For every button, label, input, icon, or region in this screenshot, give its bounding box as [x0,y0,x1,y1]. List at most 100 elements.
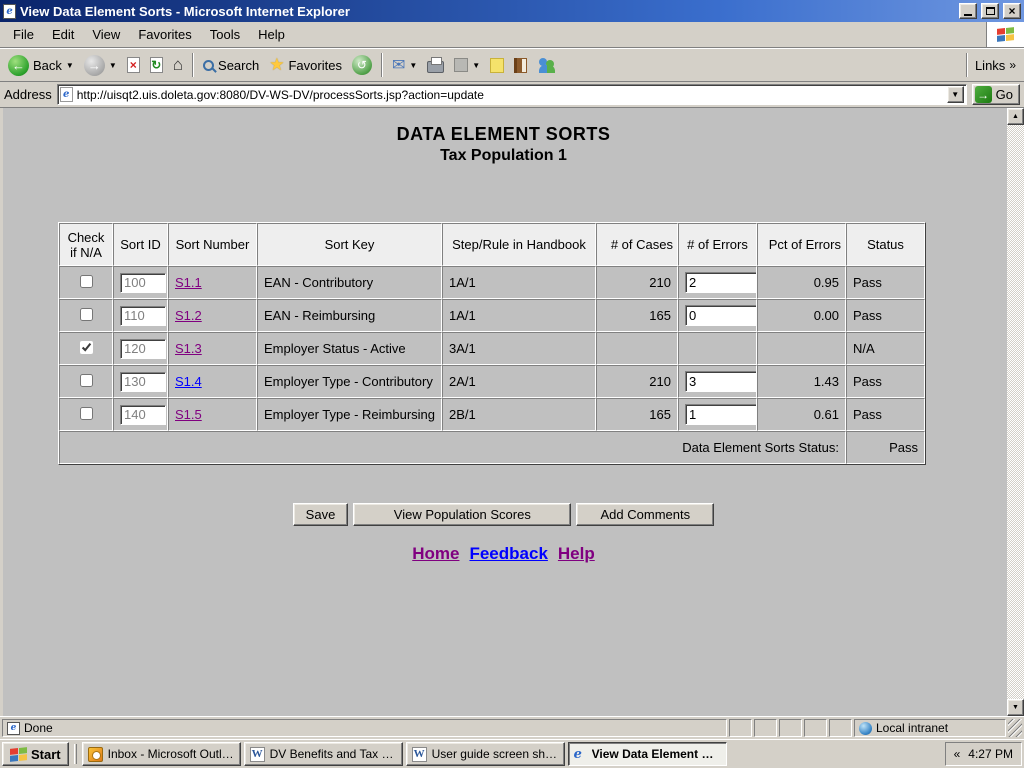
na-checkbox[interactable] [80,374,93,387]
menu-help[interactable]: Help [249,23,294,46]
task-button-outlook[interactable]: Inbox - Microsoft Outlook [82,742,241,766]
menu-edit[interactable]: Edit [43,23,83,46]
sort-id-input[interactable] [120,306,166,326]
table-row: S1.1 EAN - Contributory 1A/1 210 0.95 Pa… [59,266,925,299]
standard-toolbar: ← Back ▼ → ▼ × ↻ ⌂ Search ★ Favorites ↺ [0,48,1024,82]
add-comments-button[interactable]: Add Comments [576,503,714,526]
save-button[interactable]: Save [293,503,349,526]
sort-id-input[interactable] [120,339,166,359]
edit-button[interactable]: ▼ [450,56,484,74]
na-checkbox[interactable] [80,308,93,321]
task-button-ie-active[interactable]: e View Data Element So... [568,742,727,766]
messenger-button[interactable] [533,54,561,76]
mail-button[interactable]: ✉ ▼ [388,53,421,77]
status-pane-empty [829,719,852,737]
cases-cell: 165 [596,398,678,431]
errors-input[interactable] [685,371,757,392]
sort-key-cell: Employer Status - Active [257,332,442,365]
resize-grip[interactable] [1008,719,1022,737]
table-header-row: Check if N/A Sort ID Sort Number Sort Ke… [59,223,925,266]
back-dropdown-icon[interactable]: ▼ [66,61,74,70]
home-button[interactable]: ⌂ [169,53,187,77]
print-button[interactable] [423,55,448,75]
home-link[interactable]: Home [412,544,459,564]
forward-dropdown-icon[interactable]: ▼ [109,61,117,70]
na-checkbox[interactable] [80,407,93,420]
address-field: e ▼ [57,84,967,105]
na-checkbox[interactable] [80,341,93,354]
sort-id-input[interactable] [120,273,166,293]
sort-number-link[interactable]: S1.3 [175,341,202,356]
errors-input[interactable] [685,272,757,293]
na-checkbox[interactable] [80,275,93,288]
scroll-down-icon[interactable]: ▼ [1007,699,1024,716]
task-label: DV Benefits and Tax Han... [270,747,397,761]
minimize-button[interactable] [959,3,977,19]
search-button[interactable]: Search [199,56,263,75]
vertical-scrollbar[interactable]: ▲ ▼ [1007,108,1024,716]
go-button[interactable]: → Go [972,84,1020,105]
toolbar-separator [966,53,968,77]
favorites-icon: ★ [269,55,284,75]
help-link[interactable]: Help [558,544,595,564]
mail-dropdown-icon[interactable]: ▼ [409,61,417,70]
scroll-up-icon[interactable]: ▲ [1007,108,1024,125]
maximize-button[interactable] [981,3,999,19]
address-input[interactable] [77,88,943,102]
word-icon: W [250,747,265,762]
close-button[interactable]: × [1003,3,1021,19]
sort-id-input[interactable] [120,372,166,392]
sort-number-link[interactable]: S1.4 [175,374,202,389]
errors-input[interactable] [685,305,757,326]
mail-icon: ✉ [392,55,405,75]
task-label: User guide screen shots ... [432,747,559,761]
view-population-scores-button[interactable]: View Population Scores [353,503,571,526]
windows-flag-icon [10,747,27,762]
table-row: S1.4 Employer Type - Contributory 2A/1 2… [59,365,925,398]
feedback-link[interactable]: Feedback [469,544,547,564]
col-header-sort-id: Sort ID [113,223,168,266]
menu-view[interactable]: View [83,23,129,46]
sort-id-input[interactable] [120,405,166,425]
sort-number-link[interactable]: S1.5 [175,407,202,422]
menu-file[interactable]: File [4,23,43,46]
col-header-check-na: Check if N/A [59,223,113,266]
edit-icon [454,58,468,72]
menu-tools[interactable]: Tools [201,23,249,46]
task-label: Inbox - Microsoft Outlook [108,747,235,761]
col-header-cases: # of Cases [596,223,678,266]
page-title-line2: Tax Population 1 [3,147,1004,165]
task-button-word-1[interactable]: W DV Benefits and Tax Han... [244,742,403,766]
footer-links: Home Feedback Help [3,544,1004,564]
menu-favorites[interactable]: Favorites [129,23,200,46]
errors-input[interactable] [685,404,757,425]
status-pane-empty [804,719,827,737]
back-label: Back [33,58,62,73]
history-button[interactable]: ↺ [348,53,376,77]
messenger-icon [537,56,557,74]
status-pane-empty [779,719,802,737]
sorts-table: Check if N/A Sort ID Sort Number Sort Ke… [58,222,926,465]
address-dropdown-button[interactable]: ▼ [947,86,964,103]
back-button[interactable]: ← Back ▼ [4,53,78,78]
intranet-globe-icon [859,722,872,735]
research-button[interactable] [510,56,531,75]
discuss-button[interactable] [486,56,508,75]
task-button-word-2[interactable]: W User guide screen shots ... [406,742,565,766]
tray-chevron-icon[interactable]: « [954,747,961,761]
status-cell: Pass [846,365,925,398]
edit-dropdown-icon[interactable]: ▼ [472,61,480,70]
sort-number-link[interactable]: S1.2 [175,308,202,323]
links-label[interactable]: Links [975,58,1005,73]
stop-button[interactable]: × [123,55,144,75]
col-header-pct-errors: Pct of Errors [757,223,846,266]
ie-page-icon: e [60,87,73,102]
ie-icon: e [574,747,587,762]
search-icon [203,60,214,71]
favorites-button[interactable]: ★ Favorites [265,53,346,77]
forward-button[interactable]: → ▼ [80,53,121,78]
start-button[interactable]: Start [2,742,69,766]
refresh-button[interactable]: ↻ [146,55,167,75]
links-chevron-icon[interactable]: » [1009,58,1016,72]
sort-number-link[interactable]: S1.1 [175,275,202,290]
